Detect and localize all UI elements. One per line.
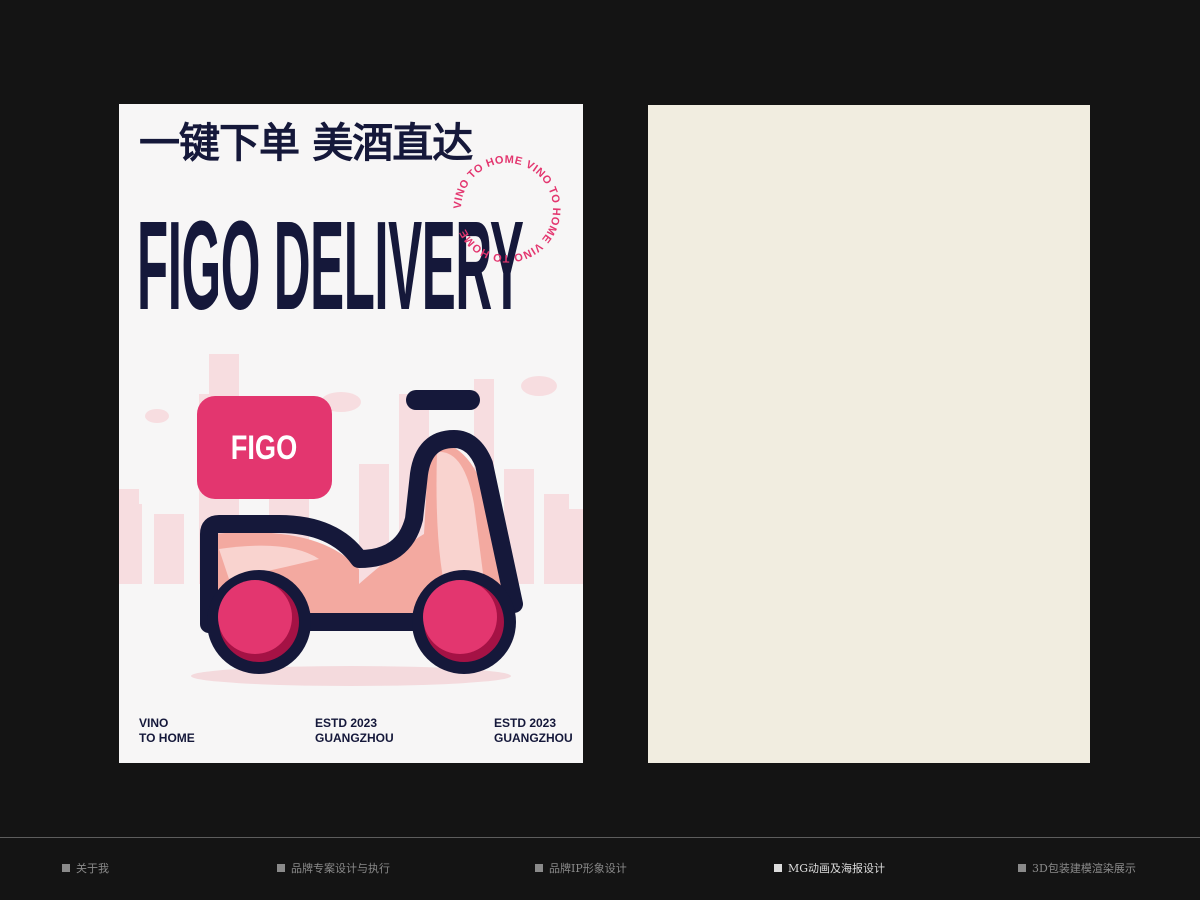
nav-bullet-icon [535,864,543,872]
box-label: FIGO [231,428,297,467]
nav-bullet-icon [1018,864,1026,872]
nav-item-brand-ip-design[interactable]: 品牌IP形象设计 [535,860,627,876]
blank-poster-placeholder [648,105,1090,763]
poster-figo-delivery: 一键下单 美酒直达 FIGO DELIVERY VINO TO HOME VIN… [119,104,583,763]
nav-bullet-icon [62,864,70,872]
nav-bullet-icon [774,864,782,872]
nav-item-label: 关于我 [76,862,109,875]
rear-wheel [207,570,311,674]
bottom-navigation: 关于我 品牌专案设计与执行 品牌IP形象设计 MG动画及海报设计 3D包装建模渲… [0,838,1200,900]
nav-item-brand-projects[interactable]: 品牌专案设计与执行 [277,860,390,876]
nav-bullet-icon [277,864,285,872]
front-wheel [412,570,516,674]
nav-item-label: 品牌IP形象设计 [549,862,627,875]
scooter-illustration: FIGO [119,354,583,686]
svg-text:VINO TO HOME VINO TO HOME VINO: VINO TO HOME VINO TO HOME VINO TO HOME [452,154,562,264]
nav-item-label: MG动画及海报设计 [788,862,886,875]
nav-item-label: 品牌专案设计与执行 [291,862,390,875]
footer-left: VINO TO HOME [139,716,195,745]
nav-item-3d-packaging[interactable]: 3D包装建模渲染展示 [1018,860,1136,876]
nav-item-about-me[interactable]: 关于我 [62,860,109,876]
city-skyline-background [119,354,583,589]
nav-item-label: 3D包装建模渲染展示 [1032,862,1136,875]
stamp-text: VINO TO HOME VINO TO HOME VINO TO HOME [452,154,562,264]
footer-right: ESTD 2023 GUANGZHOU [494,716,573,745]
footer-center: ESTD 2023 GUANGZHOU [315,716,394,745]
nav-item-mg-animation-poster[interactable]: MG动画及海报设计 [774,860,885,876]
vino-to-home-circular-stamp: VINO TO HOME VINO TO HOME VINO TO HOME [452,154,562,264]
